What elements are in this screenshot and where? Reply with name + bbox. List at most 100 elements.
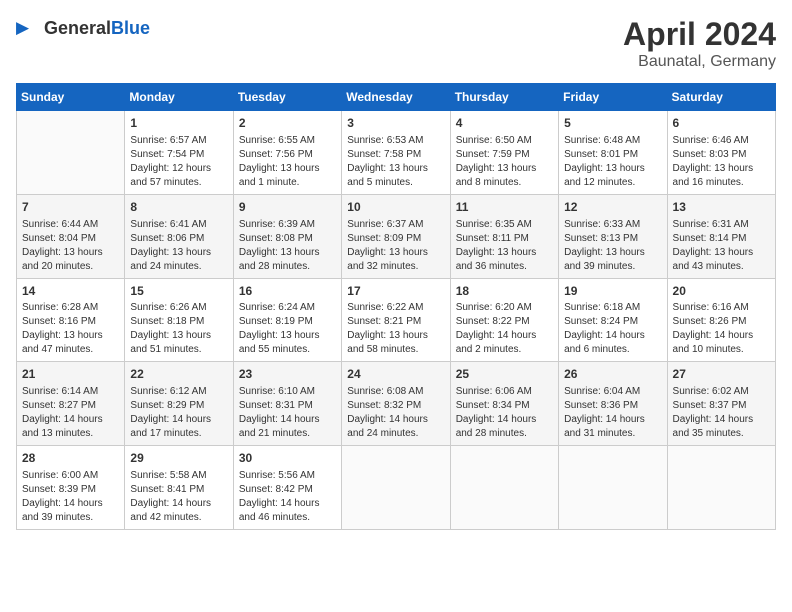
calendar-row: 7Sunrise: 6:44 AM Sunset: 8:04 PM Daylig… (17, 194, 776, 278)
day-number: 1 (130, 115, 227, 132)
day-info: Sunrise: 6:00 AM Sunset: 8:39 PM Dayligh… (22, 469, 119, 525)
day-info: Sunrise: 5:58 AM Sunset: 8:41 PM Dayligh… (130, 469, 227, 525)
header-tuesday: Tuesday (233, 84, 341, 111)
day-number: 20 (673, 283, 770, 300)
table-row (450, 446, 558, 530)
day-number: 11 (456, 199, 553, 216)
table-row (667, 446, 775, 530)
day-number: 18 (456, 283, 553, 300)
table-row: 5 Sunrise: 6:48 AM Sunset: 8:01 PM Daylig… (559, 111, 667, 195)
day-info: Sunrise: 6:10 AM Sunset: 8:31 PM Dayligh… (239, 385, 336, 441)
table-row: 20Sunrise: 6:16 AM Sunset: 8:26 PM Dayli… (667, 278, 775, 362)
table-row (342, 446, 450, 530)
day-number: 2 (239, 115, 336, 132)
day-number: 8 (130, 199, 227, 216)
day-info: Sunrise: 6:28 AM Sunset: 8:16 PM Dayligh… (22, 301, 119, 357)
svg-text:▶: ▶ (16, 17, 30, 37)
table-row: 19Sunrise: 6:18 AM Sunset: 8:24 PM Dayli… (559, 278, 667, 362)
weekday-header-row: Sunday Monday Tuesday Wednesday Thursday… (17, 84, 776, 111)
day-info: Sunrise: 6:41 AM Sunset: 8:06 PM Dayligh… (130, 218, 227, 274)
day-number: 13 (673, 199, 770, 216)
table-row: 26 Sunrise: 6:04 AM Sunset: 8:36 PM Dayli… (559, 362, 667, 446)
day-number: 22 (130, 366, 227, 383)
table-row: 1 Sunrise: 6:57 AM Sunset: 7:54 PM Daylig… (125, 111, 233, 195)
logo-blue-text: Blue (111, 18, 150, 38)
day-number: 28 (22, 450, 119, 467)
page-header: ▶ GeneralBlue April 2024 Baunatal, Germa… (16, 16, 776, 71)
day-number: 5 (564, 115, 661, 132)
day-info: Sunrise: 6:35 AM Sunset: 8:11 PM Dayligh… (456, 218, 553, 274)
day-info: Sunrise: 6:06 AM Sunset: 8:34 PM Dayligh… (456, 385, 553, 441)
day-info: Sunrise: 6:26 AM Sunset: 8:18 PM Dayligh… (130, 301, 227, 357)
table-row: 18Sunrise: 6:20 AM Sunset: 8:22 PM Dayli… (450, 278, 558, 362)
day-number: 14 (22, 283, 119, 300)
day-number: 30 (239, 450, 336, 467)
calendar-row: 14Sunrise: 6:28 AM Sunset: 8:16 PM Dayli… (17, 278, 776, 362)
day-info: Sunrise: 6:55 AM Sunset: 7:56 PM Dayligh… (239, 134, 336, 190)
day-number: 29 (130, 450, 227, 467)
day-info: Sunrise: 6:33 AM Sunset: 8:13 PM Dayligh… (564, 218, 661, 274)
table-row: 29 Sunrise: 5:58 AM Sunset: 8:41 PM Dayli… (125, 446, 233, 530)
day-number: 26 (564, 366, 661, 383)
table-row: 12 Sunrise: 6:33 AM Sunset: 8:13 PM Dayli… (559, 194, 667, 278)
calendar-table: Sunday Monday Tuesday Wednesday Thursday… (16, 83, 776, 530)
day-info: Sunrise: 6:12 AM Sunset: 8:29 PM Dayligh… (130, 385, 227, 441)
table-row: 7Sunrise: 6:44 AM Sunset: 8:04 PM Daylig… (17, 194, 125, 278)
day-number: 6 (673, 115, 770, 132)
table-row: 8 Sunrise: 6:41 AM Sunset: 8:06 PM Daylig… (125, 194, 233, 278)
calendar-row: 1 Sunrise: 6:57 AM Sunset: 7:54 PM Daylig… (17, 111, 776, 195)
day-info: Sunrise: 6:39 AM Sunset: 8:08 PM Dayligh… (239, 218, 336, 274)
location-title: Baunatal, Germany (623, 53, 776, 71)
table-row: 13Sunrise: 6:31 AM Sunset: 8:14 PM Dayli… (667, 194, 775, 278)
day-info: Sunrise: 6:20 AM Sunset: 8:22 PM Dayligh… (456, 301, 553, 357)
header-friday: Friday (559, 84, 667, 111)
day-number: 9 (239, 199, 336, 216)
month-year-title: April 2024 (623, 16, 776, 53)
day-info: Sunrise: 6:24 AM Sunset: 8:19 PM Dayligh… (239, 301, 336, 357)
day-number: 3 (347, 115, 444, 132)
header-saturday: Saturday (667, 84, 775, 111)
table-row: 21 Sunrise: 6:14 AM Sunset: 8:27 PM Dayli… (17, 362, 125, 446)
day-number: 7 (22, 199, 119, 216)
table-row (17, 111, 125, 195)
table-row: 10Sunrise: 6:37 AM Sunset: 8:09 PM Dayli… (342, 194, 450, 278)
table-row: 6Sunrise: 6:46 AM Sunset: 8:03 PM Daylig… (667, 111, 775, 195)
table-row: 27Sunrise: 6:02 AM Sunset: 8:37 PM Dayli… (667, 362, 775, 446)
table-row: 2 Sunrise: 6:55 AM Sunset: 7:56 PM Daylig… (233, 111, 341, 195)
day-info: Sunrise: 6:57 AM Sunset: 7:54 PM Dayligh… (130, 134, 227, 190)
table-row: 25 Sunrise: 6:06 AM Sunset: 8:34 PM Dayli… (450, 362, 558, 446)
table-row (559, 446, 667, 530)
day-info: Sunrise: 6:08 AM Sunset: 8:32 PM Dayligh… (347, 385, 444, 441)
header-sunday: Sunday (17, 84, 125, 111)
day-number: 19 (564, 283, 661, 300)
table-row: 11 Sunrise: 6:35 AM Sunset: 8:11 PM Dayli… (450, 194, 558, 278)
day-info: Sunrise: 6:18 AM Sunset: 8:24 PM Dayligh… (564, 301, 661, 357)
day-number: 15 (130, 283, 227, 300)
table-row: 24Sunrise: 6:08 AM Sunset: 8:32 PM Dayli… (342, 362, 450, 446)
day-number: 25 (456, 366, 553, 383)
title-area: April 2024 Baunatal, Germany (623, 16, 776, 71)
day-info: Sunrise: 6:14 AM Sunset: 8:27 PM Dayligh… (22, 385, 119, 441)
day-number: 10 (347, 199, 444, 216)
day-info: Sunrise: 6:22 AM Sunset: 8:21 PM Dayligh… (347, 301, 444, 357)
day-info: Sunrise: 6:04 AM Sunset: 8:36 PM Dayligh… (564, 385, 661, 441)
table-row: 22 Sunrise: 6:12 AM Sunset: 8:29 PM Dayli… (125, 362, 233, 446)
day-number: 12 (564, 199, 661, 216)
header-thursday: Thursday (450, 84, 558, 111)
day-info: Sunrise: 6:16 AM Sunset: 8:26 PM Dayligh… (673, 301, 770, 357)
table-row: 17Sunrise: 6:22 AM Sunset: 8:21 PM Dayli… (342, 278, 450, 362)
day-info: Sunrise: 6:48 AM Sunset: 8:01 PM Dayligh… (564, 134, 661, 190)
table-row: 16Sunrise: 6:24 AM Sunset: 8:19 PM Dayli… (233, 278, 341, 362)
logo-icon: ▶ (16, 16, 40, 40)
header-wednesday: Wednesday (342, 84, 450, 111)
calendar-row: 28 Sunrise: 6:00 AM Sunset: 8:39 PM Dayli… (17, 446, 776, 530)
table-row: 15Sunrise: 6:26 AM Sunset: 8:18 PM Dayli… (125, 278, 233, 362)
logo-general-text: General (44, 18, 111, 38)
header-monday: Monday (125, 84, 233, 111)
day-number: 4 (456, 115, 553, 132)
day-number: 16 (239, 283, 336, 300)
table-row: 3Sunrise: 6:53 AM Sunset: 7:58 PM Daylig… (342, 111, 450, 195)
day-number: 21 (22, 366, 119, 383)
day-number: 27 (673, 366, 770, 383)
table-row: 9 Sunrise: 6:39 AM Sunset: 8:08 PM Daylig… (233, 194, 341, 278)
